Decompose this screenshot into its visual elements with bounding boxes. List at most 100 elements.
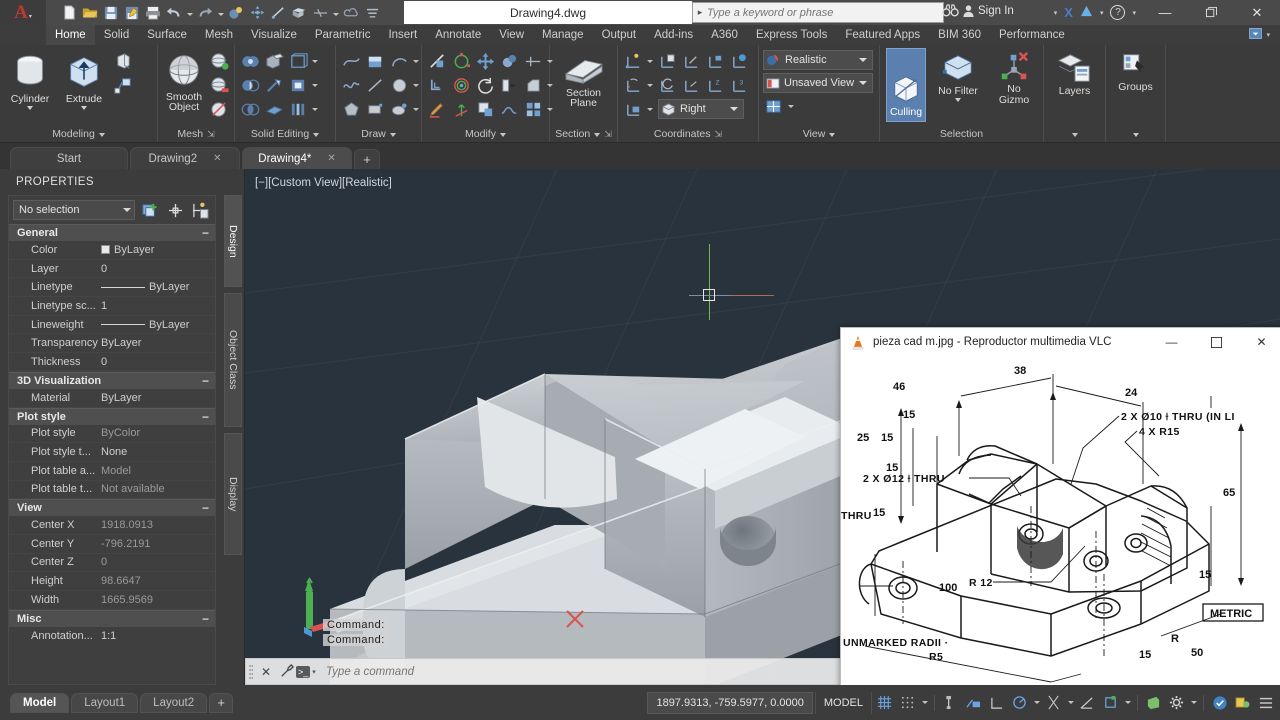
property-row-plot-style[interactable]: Plot style ByColor [9, 425, 215, 444]
sweep-icon[interactable] [112, 75, 134, 96]
gizmo-button[interactable]: No Gizmo [990, 48, 1038, 105]
open-folder-icon[interactable] [80, 3, 100, 23]
modeling-panel-caret-icon[interactable] [99, 128, 105, 140]
viewport-configuration-icon[interactable] [763, 96, 785, 117]
command-line-grip[interactable] [246, 659, 256, 684]
new-file-icon[interactable] [59, 3, 79, 23]
undo-dropdown-icon[interactable] [185, 3, 194, 23]
layers-panel-caret-icon[interactable] [1072, 128, 1078, 140]
drawing-tab-drawing4-close-icon[interactable]: ✕ [327, 153, 335, 164]
3d-scale-icon[interactable] [450, 99, 472, 120]
isolate-objects-icon[interactable] [1232, 692, 1253, 714]
vlc-window[interactable]: pieza cad m.jpg - Reproductor multimedia… [840, 327, 1280, 694]
trim-icon[interactable] [426, 51, 448, 72]
vlc-maximize-button[interactable] [1194, 328, 1239, 356]
property-row-plot-table-type[interactable]: Plot table t... Not available [9, 481, 215, 500]
view-panel-caret-icon[interactable] [829, 128, 835, 140]
quick-calc-icon[interactable] [190, 200, 210, 220]
layers-button[interactable]: Layers [1049, 48, 1101, 97]
save-as-icon[interactable] [122, 3, 142, 23]
search-expand-icon[interactable]: ▸ [693, 7, 707, 18]
polar-tracking-icon[interactable] [1009, 692, 1030, 714]
drawing-tab-drawing2[interactable]: Drawing2 ✕ [130, 147, 240, 169]
named-view-combo[interactable]: Unsaved View [763, 73, 873, 93]
object-snap-tracking-dropdown-icon[interactable] [1066, 692, 1075, 714]
solid-history-dropdown-icon[interactable] [311, 51, 319, 71]
restore-button[interactable] [1188, 0, 1234, 25]
application-menu-button[interactable]: A ▾ [0, 0, 46, 25]
solid-history-icon[interactable] [287, 51, 309, 72]
ribbon-minimize-dropdown-icon[interactable]: ▾ [1266, 31, 1270, 39]
offset-icon[interactable] [426, 75, 448, 96]
spline-icon[interactable] [340, 75, 362, 96]
side-tab-object-class[interactable]: Object Class [224, 293, 242, 427]
object-snap-tracking-icon[interactable] [1043, 692, 1064, 714]
measure-dropdown-icon[interactable] [331, 3, 340, 23]
annotation-visibility-dropdown-icon[interactable] [1123, 692, 1132, 714]
side-tab-display[interactable]: Display [224, 433, 242, 555]
filter-dropdown-icon[interactable] [955, 98, 961, 102]
panel-title-modify[interactable]: Modify [422, 126, 549, 142]
ucs-3point-icon[interactable]: 3 [728, 75, 750, 96]
shell-dropdown-icon[interactable] [311, 99, 319, 119]
mesh-dialog-launcher-icon[interactable]: ⇲ [207, 129, 215, 140]
command-line-bar[interactable]: ✕ >_ ▾ [245, 658, 845, 685]
3d-object-icon[interactable] [289, 3, 309, 23]
redo-icon[interactable] [195, 3, 215, 23]
section-dialog-launcher-icon[interactable]: ⇲ [604, 129, 612, 140]
property-row-material[interactable]: Material ByLayer [9, 389, 215, 408]
grid-display-icon[interactable] [874, 692, 895, 714]
property-group-view[interactable]: View − [9, 499, 215, 517]
groups-panel-caret-icon[interactable] [1133, 128, 1139, 140]
gradient-icon[interactable] [364, 51, 386, 72]
ribbon-tab-solid[interactable]: Solid [95, 25, 139, 45]
ribbon-tab-mesh[interactable]: Mesh [196, 25, 242, 45]
panel-title-view[interactable]: View [759, 126, 879, 142]
property-row-plot-table-attached[interactable]: Plot table a... Model [9, 462, 215, 481]
property-row-height[interactable]: Height 98.6647 [9, 572, 215, 591]
panel-title-draw[interactable]: Draw [336, 126, 421, 142]
plot-icon[interactable] [143, 3, 163, 23]
ribbon-tab-annotate[interactable]: Annotate [426, 25, 490, 45]
snap-mode-icon[interactable] [897, 692, 918, 714]
workspace-dropdown-icon[interactable] [1189, 692, 1198, 714]
property-row-linetype-scale[interactable]: Linetype sc... 1 [9, 297, 215, 316]
sign-in-button[interactable]: Sign In [963, 5, 1014, 17]
ucs-x-icon[interactable]: x [622, 75, 644, 96]
property-group-general-collapse-icon[interactable]: − [202, 227, 209, 239]
extrude-dropdown-icon[interactable] [81, 106, 87, 110]
object-snap-icon[interactable] [1077, 692, 1098, 714]
render-icon[interactable] [226, 3, 246, 23]
cylinder-button[interactable]: Cylinder [4, 48, 56, 110]
selection-combo[interactable]: No selection [13, 200, 135, 220]
property-row-center-y[interactable]: Center Y -796.2191 [9, 535, 215, 554]
rectangle-icon[interactable] [364, 99, 386, 120]
property-row-layer[interactable]: Layer 0 [9, 260, 215, 279]
side-tab-design[interactable]: Design [224, 195, 242, 287]
layout-tab-model[interactable]: Model [10, 692, 70, 713]
more-icon[interactable] [362, 3, 382, 23]
vlc-close-button[interactable]: ✕ [1239, 328, 1280, 356]
coordinate-readout[interactable]: 1897.9313, -759.5977, 0.0000 [647, 691, 813, 714]
panel-title-mesh[interactable]: Mesh ⇲ [158, 126, 234, 142]
culling-toggle-button[interactable]: Culling [886, 48, 926, 122]
ucs-named-icon[interactable] [656, 51, 678, 72]
ribbon-tab-output[interactable]: Output [593, 25, 646, 45]
shell-icon[interactable] [287, 99, 309, 120]
ucs-x-dropdown-icon[interactable] [646, 75, 654, 95]
property-row-linetype[interactable]: Linetype ByLayer [9, 278, 215, 298]
help-dropdown-icon[interactable]: ▾ [1132, 9, 1136, 17]
command-input[interactable] [326, 665, 844, 678]
vlc-image-viewport[interactable]: 38 46 24 15 25 15 65 15 15 100 15 15 R 5… [841, 356, 1280, 693]
snap-mode-dropdown-icon[interactable] [920, 692, 929, 714]
ribbon-tab-insert[interactable]: Insert [379, 25, 426, 45]
property-group-plot-style-collapse-icon[interactable]: − [202, 411, 209, 423]
panel-title-solid-editing[interactable]: Solid Editing [235, 126, 335, 142]
ucs-icon[interactable] [622, 51, 644, 72]
ucs-world-icon[interactable] [680, 51, 702, 72]
exchange-x-icon[interactable]: X [1064, 5, 1073, 20]
property-row-center-z[interactable]: Center Z 0 [9, 554, 215, 573]
move-icon[interactable] [474, 51, 496, 72]
property-row-lineweight[interactable]: Lineweight ByLayer [9, 316, 215, 335]
measure-icon[interactable] [310, 3, 330, 23]
